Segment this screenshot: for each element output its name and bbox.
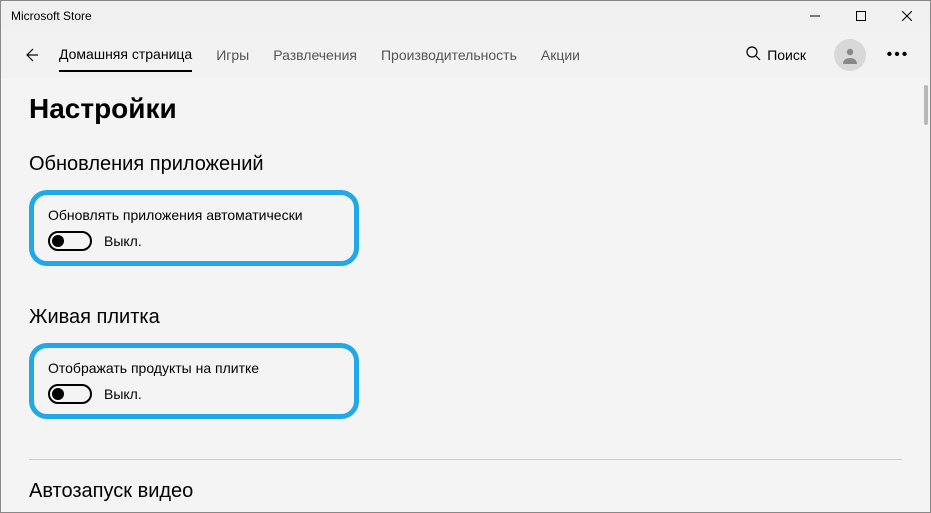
- close-button[interactable]: [884, 1, 930, 31]
- toggle-state-auto-update: Выкл.: [104, 233, 142, 249]
- window-controls: [792, 1, 930, 31]
- tab-productivity[interactable]: Производительность: [381, 39, 517, 71]
- minimize-button[interactable]: [792, 1, 838, 31]
- top-nav: Домашняя страница Игры Развлечения Произ…: [1, 31, 930, 79]
- toggle-auto-update[interactable]: [48, 231, 92, 251]
- nav-tabs: Домашняя страница Игры Развлечения Произ…: [59, 38, 580, 72]
- tab-entertainment[interactable]: Развлечения: [273, 39, 357, 71]
- window-title: Microsoft Store: [11, 9, 92, 23]
- toggle-live-tile[interactable]: [48, 384, 92, 404]
- setting-label-live-tile: Отображать продукты на плитке: [48, 360, 340, 376]
- tab-home[interactable]: Домашняя страница: [59, 38, 192, 72]
- maximize-button[interactable]: [838, 1, 884, 31]
- account-avatar[interactable]: [834, 39, 866, 71]
- search-icon: [745, 45, 761, 66]
- setting-label-auto-update: Обновлять приложения автоматически: [48, 207, 340, 223]
- toggle-state-live-tile: Выкл.: [104, 386, 142, 402]
- section-live-tile: Живая плитка Отображать продукты на плит…: [29, 306, 902, 419]
- search-button[interactable]: Поиск: [737, 41, 814, 70]
- toggle-row-live-tile: Выкл.: [48, 384, 340, 404]
- page-title: Настройки: [29, 93, 902, 125]
- section-title-video-autoplay: Автозапуск видео: [29, 480, 902, 503]
- toggle-knob: [52, 235, 64, 247]
- section-title-live-tile: Живая плитка: [29, 306, 902, 329]
- section-app-updates: Обновления приложений Обновлять приложен…: [29, 153, 902, 266]
- search-label: Поиск: [767, 47, 806, 63]
- ellipsis-icon: •••: [887, 46, 910, 64]
- person-icon: [840, 45, 860, 65]
- more-button[interactable]: •••: [880, 39, 916, 71]
- toggle-knob: [52, 388, 64, 400]
- titlebar: Microsoft Store: [1, 1, 930, 31]
- settings-content[interactable]: Настройки Обновления приложений Обновлят…: [1, 79, 930, 512]
- content-wrap: Настройки Обновления приложений Обновлят…: [1, 79, 930, 512]
- tab-games[interactable]: Игры: [216, 39, 249, 71]
- scrollbar-thumb[interactable]: [924, 85, 928, 125]
- highlight-box-live-tile: Отображать продукты на плитке Выкл.: [29, 343, 359, 419]
- highlight-box-updates: Обновлять приложения автоматически Выкл.: [29, 190, 359, 266]
- section-divider: [29, 459, 902, 460]
- toggle-row-auto-update: Выкл.: [48, 231, 340, 251]
- tab-deals[interactable]: Акции: [541, 39, 580, 71]
- app-window: Microsoft Store Домашняя страница Игры Р…: [0, 0, 931, 513]
- section-video-autoplay: Автозапуск видео: [29, 480, 902, 503]
- section-title-updates: Обновления приложений: [29, 153, 902, 176]
- back-button[interactable]: [15, 39, 47, 71]
